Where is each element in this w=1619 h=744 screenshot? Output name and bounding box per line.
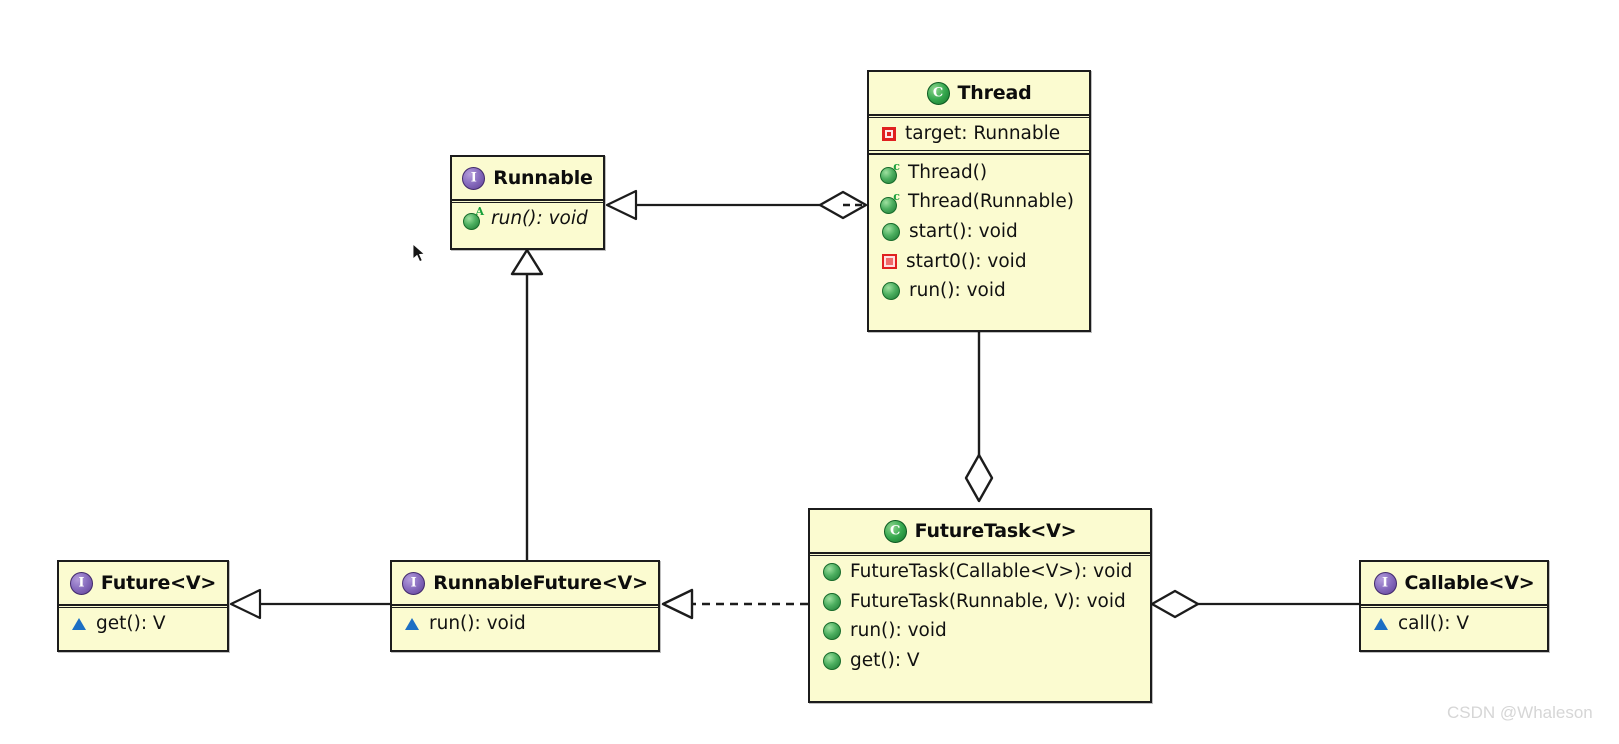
method-public-icon — [823, 622, 841, 641]
class-name: Thread — [957, 82, 1032, 104]
edge-futuretask-holds-thread — [964, 332, 994, 503]
class-name: Future<V> — [100, 572, 217, 594]
methods-section-thread: Thread() Thread(Runnable) start(): void … — [869, 149, 1089, 310]
mouse-cursor — [412, 243, 426, 263]
method-label: start0(): void — [906, 250, 1027, 272]
interface-icon — [69, 571, 93, 595]
method-label: run(): void — [850, 620, 947, 642]
method-public-icon — [882, 222, 900, 241]
method-row[interactable]: start0(): void — [869, 247, 1089, 277]
method-row[interactable]: run(): void — [810, 616, 1150, 646]
method-label: call(): V — [1398, 613, 1469, 634]
methods-section-futuretask: FutureTask(Callable<V>): void FutureTask… — [810, 554, 1150, 680]
interface-icon — [1373, 571, 1397, 595]
abstract-triangle-icon — [405, 616, 420, 631]
method-label: FutureTask(Runnable, V): void — [850, 590, 1126, 612]
class-header-futuretask: FutureTask<V> — [810, 510, 1150, 556]
method-row[interactable]: Thread(Runnable) — [869, 187, 1089, 217]
edge-runnablefuture-extends-runnable — [510, 248, 544, 560]
method-row[interactable]: start(): void — [869, 217, 1089, 247]
methods-section-runnable: run(): void — [452, 201, 603, 238]
constructor-icon — [880, 160, 900, 184]
method-row[interactable]: FutureTask(Runnable, V): void — [810, 587, 1150, 617]
class-icon — [926, 81, 950, 105]
interface-icon — [462, 166, 486, 190]
edge-futuretask-implements-runnablefuture — [661, 588, 808, 620]
edge-futuretask-holds-callable — [1150, 589, 1359, 619]
class-box-thread[interactable]: Thread target: Runnable Thread() Thread(… — [867, 70, 1091, 332]
class-icon — [883, 519, 907, 543]
method-label: Thread() — [908, 161, 988, 183]
class-header-runnablefuture: RunnableFuture<V> — [392, 562, 658, 608]
abstract-method-icon — [463, 205, 484, 231]
method-label: run(): void — [429, 613, 526, 634]
method-row[interactable]: run(): void — [869, 276, 1089, 306]
constructor-icon — [880, 190, 900, 214]
abstract-triangle-icon — [72, 616, 87, 631]
method-label: run(): void — [491, 208, 588, 229]
method-public-icon — [823, 562, 841, 581]
class-name: FutureTask<V> — [914, 520, 1077, 542]
method-private-icon — [882, 254, 897, 270]
class-box-future[interactable]: Future<V> get(): V — [57, 560, 229, 652]
method-label: run(): void — [909, 280, 1006, 302]
interface-icon — [402, 571, 426, 595]
field-row[interactable]: target: Runnable — [869, 119, 1089, 149]
class-name: RunnableFuture<V> — [433, 572, 648, 594]
class-box-runnablefuture[interactable]: RunnableFuture<V> run(): void — [390, 560, 660, 652]
method-label: get(): V — [850, 650, 920, 672]
method-row[interactable]: call(): V — [1361, 609, 1547, 639]
field-label: target: Runnable — [905, 123, 1061, 144]
edge-runnablefuture-extends-future — [229, 588, 390, 620]
method-row[interactable]: get(): V — [810, 646, 1150, 676]
class-name: Callable<V> — [1404, 572, 1535, 594]
method-row[interactable]: Thread() — [869, 158, 1089, 188]
watermark: CSDN @Whaleson — [1447, 703, 1593, 722]
class-box-runnable[interactable]: Runnable run(): void — [450, 155, 605, 250]
diagram-canvas: Thread target: Runnable Thread() Thread(… — [0, 0, 1619, 744]
method-label: start(): void — [909, 221, 1018, 243]
method-row[interactable]: get(): V — [59, 609, 227, 639]
methods-section-runnablefuture: run(): void — [392, 606, 658, 643]
methods-section-future: get(): V — [59, 606, 227, 643]
class-name: Runnable — [493, 167, 593, 189]
method-row[interactable]: run(): void — [452, 204, 603, 234]
class-header-callable: Callable<V> — [1361, 562, 1547, 608]
class-header-runnable: Runnable — [452, 157, 603, 203]
method-row[interactable]: run(): void — [392, 609, 658, 639]
class-header-thread: Thread — [869, 72, 1089, 118]
fields-section-thread: target: Runnable — [869, 116, 1089, 153]
method-public-icon — [882, 282, 900, 301]
class-header-future: Future<V> — [59, 562, 227, 608]
method-label: Thread(Runnable) — [908, 191, 1074, 213]
method-label: get(): V — [96, 613, 166, 634]
method-public-icon — [823, 592, 841, 611]
field-private-icon — [882, 126, 896, 141]
abstract-triangle-icon — [1374, 616, 1389, 631]
class-box-callable[interactable]: Callable<V> call(): V — [1359, 560, 1549, 652]
method-row[interactable]: FutureTask(Callable<V>): void — [810, 557, 1150, 587]
method-public-icon — [823, 651, 841, 670]
method-label: FutureTask(Callable<V>): void — [850, 561, 1133, 582]
class-box-futuretask[interactable]: FutureTask<V> FutureTask(Callable<V>): v… — [808, 508, 1152, 703]
methods-section-callable: call(): V — [1361, 606, 1547, 643]
edge-thread-uses-runnable — [605, 189, 891, 221]
